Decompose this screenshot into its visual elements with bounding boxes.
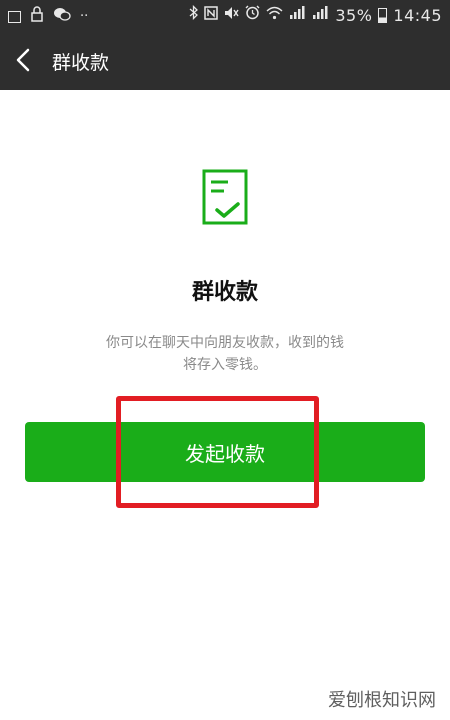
clock: 14:45 [393, 6, 442, 25]
battery-percent: 35% [335, 6, 373, 25]
bluetooth-icon [189, 4, 199, 26]
vpn-lock-icon [30, 6, 44, 28]
description-line-2: 将存入零钱。 [183, 357, 267, 373]
wifi-icon [266, 6, 283, 26]
alarm-icon [245, 5, 260, 26]
status-bar-right: 35% 14:45 [189, 4, 442, 26]
mute-icon [224, 6, 239, 26]
nfc-icon [204, 5, 219, 26]
page-heading: 群收款 [191, 280, 258, 305]
nav-bar: 群收款 [0, 30, 450, 90]
receipt-check-icon [202, 169, 248, 225]
more-dots-icon: ·· [80, 9, 89, 24]
signal-icon [289, 5, 306, 26]
image-icon [8, 11, 21, 23]
start-collection-button-label: 发起收款 [185, 441, 265, 466]
status-bar-left: ·· [8, 6, 88, 28]
signal-icon [312, 5, 329, 26]
back-button[interactable] [10, 44, 40, 76]
status-bar: ·· 35% 14:45 [0, 0, 450, 30]
description: 你可以在聊天中向朋友收款，收到的钱 将存入零钱。 [0, 332, 450, 376]
battery-icon [378, 8, 388, 23]
wechat-icon [53, 7, 71, 28]
watermark: 爱刨根知识网 [328, 690, 436, 711]
nav-title: 群收款 [52, 52, 110, 74]
start-collection-button[interactable]: 发起收款 [25, 422, 425, 482]
description-line-1: 你可以在聊天中向朋友收款，收到的钱 [106, 335, 344, 351]
chevron-left-icon [16, 48, 30, 72]
